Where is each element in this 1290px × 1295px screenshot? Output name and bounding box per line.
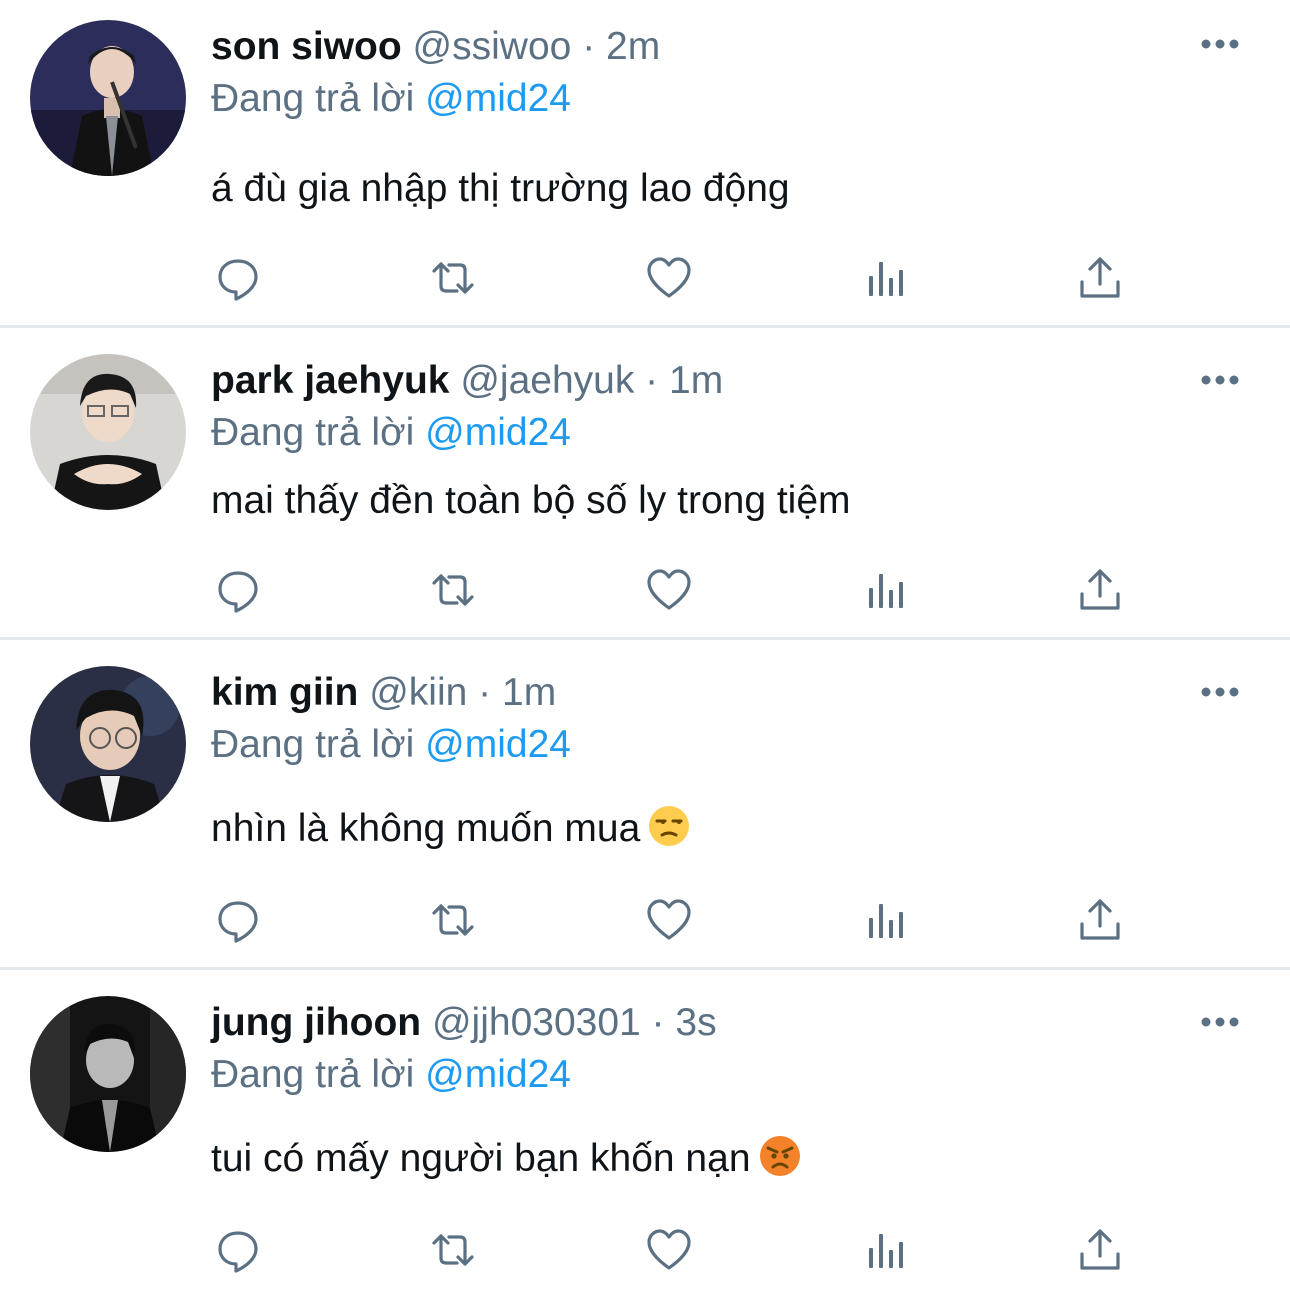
avatar[interactable] xyxy=(30,354,186,510)
reply-button[interactable] xyxy=(210,892,266,948)
user-handle[interactable]: @jaehyuk xyxy=(460,359,634,402)
timestamp[interactable]: 1m xyxy=(669,359,723,402)
angry-face-emoji xyxy=(759,1136,800,1176)
like-button[interactable] xyxy=(641,250,697,306)
action-bar xyxy=(0,892,1290,948)
bar-chart-icon xyxy=(869,1234,903,1268)
share-icon xyxy=(1080,569,1120,610)
reply-context: Đang trả lời @mid24 xyxy=(211,720,571,770)
heart-icon xyxy=(647,569,691,610)
tweet-header: kim giin @kiin · 1m xyxy=(211,668,556,718)
tweet[interactable]: park jaehyuk @jaehyuk · 1m Đang trả lời … xyxy=(0,328,1290,640)
avatar[interactable] xyxy=(30,20,186,176)
timestamp[interactable]: 2m xyxy=(606,25,660,68)
reply-icon xyxy=(218,571,258,613)
reply-mention[interactable]: @mid24 xyxy=(425,723,571,766)
unamused-face-emoji xyxy=(649,806,690,846)
reply-feed: son siwoo @ssiwoo · 2m Đang trả lời @mid… xyxy=(0,0,1290,1295)
user-handle[interactable]: @jjh030301 xyxy=(432,1001,641,1044)
bar-chart-icon xyxy=(869,904,903,938)
retweet-icon xyxy=(432,1234,474,1266)
tweet-text: nhìn là không muốn mua xyxy=(211,804,690,854)
reply-mention[interactable]: @mid24 xyxy=(425,411,571,454)
reply-prefix: Đang trả lời xyxy=(211,411,415,454)
display-name[interactable]: son siwoo xyxy=(211,25,402,68)
tweet-text-content: nhìn là không muốn mua xyxy=(211,807,641,850)
reply-prefix: Đang trả lời xyxy=(211,723,415,766)
display-name[interactable]: park jaehyuk xyxy=(211,359,449,402)
reply-context: Đang trả lời @mid24 xyxy=(211,74,571,124)
reply-icon xyxy=(218,259,258,301)
reply-prefix: Đang trả lời xyxy=(211,1053,415,1096)
tweet[interactable]: kim giin @kiin · 1m Đang trả lời @mid24 … xyxy=(0,640,1290,970)
heart-icon xyxy=(647,899,691,940)
bar-chart-icon xyxy=(869,574,903,608)
heart-icon xyxy=(647,257,691,298)
share-icon xyxy=(1080,1229,1120,1270)
more-options-icon[interactable] xyxy=(1200,38,1240,50)
tweet-header: park jaehyuk @jaehyuk · 1m xyxy=(211,356,723,406)
share-button[interactable] xyxy=(1072,250,1128,306)
tweet-text: mai thấy đền toàn bộ số ly trong tiệm xyxy=(211,476,851,526)
like-button[interactable] xyxy=(641,1222,697,1278)
reply-icon xyxy=(218,1231,258,1273)
share-icon xyxy=(1080,899,1120,940)
user-handle[interactable]: @ssiwoo xyxy=(413,25,572,68)
share-button[interactable] xyxy=(1072,562,1128,618)
tweet-header: son siwoo @ssiwoo · 2m xyxy=(211,22,660,72)
reply-button[interactable] xyxy=(210,562,266,618)
display-name[interactable]: kim giin xyxy=(211,671,358,714)
reply-button[interactable] xyxy=(210,250,266,306)
more-options-icon[interactable] xyxy=(1200,374,1240,386)
action-bar xyxy=(0,1222,1290,1278)
heart-icon xyxy=(647,1229,691,1270)
retweet-icon xyxy=(432,262,474,294)
retweet-icon xyxy=(432,574,474,606)
reply-button[interactable] xyxy=(210,1222,266,1278)
retweet-button[interactable] xyxy=(425,1222,481,1278)
views-button[interactable] xyxy=(857,1222,913,1278)
separator-dot: · xyxy=(651,1001,665,1044)
reply-context: Đang trả lời @mid24 xyxy=(211,408,571,458)
reply-mention[interactable]: @mid24 xyxy=(425,1053,571,1096)
retweet-button[interactable] xyxy=(425,250,481,306)
retweet-icon xyxy=(432,904,474,936)
tweet-text: á đù gia nhập thị trường lao động xyxy=(211,164,790,214)
display-name[interactable]: jung jihoon xyxy=(211,1001,421,1044)
separator-dot: · xyxy=(478,671,492,714)
like-button[interactable] xyxy=(641,562,697,618)
action-bar xyxy=(0,250,1290,306)
tweet[interactable]: jung jihoon @jjh030301 · 3s Đang trả lời… xyxy=(0,970,1290,1295)
tweet-text-content: mai thấy đền toàn bộ số ly trong tiệm xyxy=(211,479,851,522)
views-button[interactable] xyxy=(857,250,913,306)
like-button[interactable] xyxy=(641,892,697,948)
share-button[interactable] xyxy=(1072,892,1128,948)
avatar[interactable] xyxy=(30,666,186,822)
timestamp[interactable]: 3s xyxy=(675,1001,716,1044)
tweet-header: jung jihoon @jjh030301 · 3s xyxy=(211,998,717,1048)
tweet-text: tui có mấy người bạn khốn nạn xyxy=(211,1134,801,1184)
avatar[interactable] xyxy=(30,996,186,1152)
separator-dot: · xyxy=(645,359,659,402)
tweet-text-content: á đù gia nhập thị trường lao động xyxy=(211,167,790,210)
retweet-button[interactable] xyxy=(425,892,481,948)
reply-context: Đang trả lời @mid24 xyxy=(211,1050,571,1100)
bar-chart-icon xyxy=(869,262,903,296)
reply-icon xyxy=(218,901,258,943)
tweet[interactable]: son siwoo @ssiwoo · 2m Đang trả lời @mid… xyxy=(0,0,1290,328)
share-icon xyxy=(1080,257,1120,298)
share-button[interactable] xyxy=(1072,1222,1128,1278)
views-button[interactable] xyxy=(857,892,913,948)
separator-dot: · xyxy=(582,25,596,68)
user-handle[interactable]: @kiin xyxy=(369,671,467,714)
reply-mention[interactable]: @mid24 xyxy=(425,77,571,120)
timestamp[interactable]: 1m xyxy=(502,671,556,714)
more-options-icon[interactable] xyxy=(1200,686,1240,698)
reply-prefix: Đang trả lời xyxy=(211,77,415,120)
action-bar xyxy=(0,562,1290,618)
tweet-text-content: tui có mấy người bạn khốn nạn xyxy=(211,1137,751,1180)
more-options-icon[interactable] xyxy=(1200,1016,1240,1028)
views-button[interactable] xyxy=(857,562,913,618)
retweet-button[interactable] xyxy=(425,562,481,618)
